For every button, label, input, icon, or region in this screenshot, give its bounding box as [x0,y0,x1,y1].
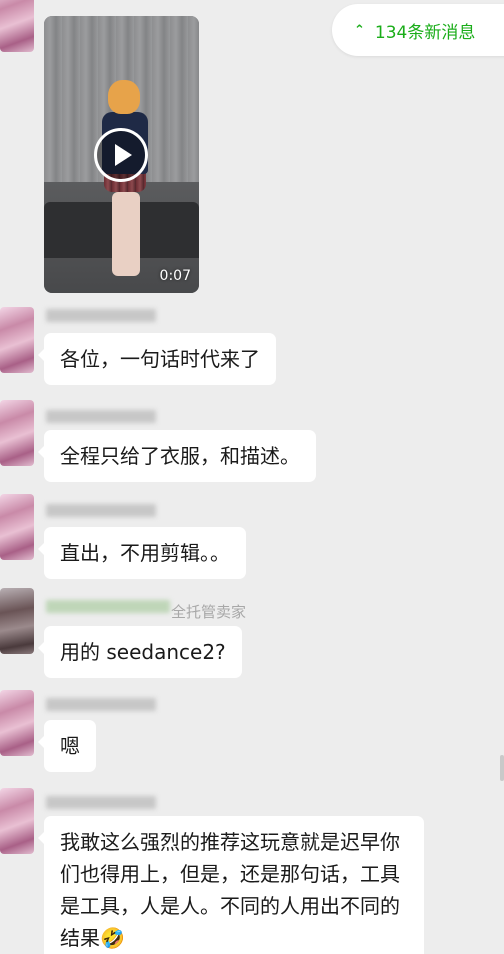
message-text: 我敢这么强烈的推荐这玩意就是迟早你们也得用上，但是，还是那句话，工具是工具，人是… [60,830,400,950]
play-icon[interactable] [94,128,148,182]
message-text: 直出，不用剪辑。。 [60,541,230,565]
message-bubble[interactable]: 直出，不用剪辑。。 [38,527,246,579]
scrollbar[interactable] [500,755,504,781]
message-text: 用的 seedance2? [60,640,226,664]
new-messages-button[interactable]: ⌃ 134条新消息 [332,4,504,56]
video-duration: 0:07 [159,268,191,284]
video-thumbnail-figure [108,80,140,114]
message-text: 各位，一句话时代来了 [60,347,260,371]
sender-name [46,410,156,423]
message-bubble[interactable]: 全程只给了衣服，和描述。 [38,430,316,482]
sender-name [46,698,156,711]
sender-name [46,796,156,809]
avatar[interactable] [0,588,34,654]
avatar[interactable] [0,400,34,466]
avatar[interactable] [0,788,34,854]
new-messages-label: 134条新消息 [374,22,476,43]
avatar[interactable] [0,307,34,373]
message-text: 全程只给了衣服，和描述。 [60,444,300,468]
message-bubble[interactable]: 各位，一句话时代来了 [38,333,276,385]
video-thumbnail-figure [112,192,140,276]
message-bubble[interactable]: 我敢这么强烈的推荐这玩意就是迟早你们也得用上，但是，还是那句话，工具是工具，人是… [38,816,424,954]
avatar[interactable] [0,0,34,52]
sender-name [46,309,156,322]
message-bubble[interactable]: 用的 seedance2? [38,626,242,678]
video-message[interactable]: 0:07 [44,16,199,293]
sender-name [46,504,156,517]
sender-name-suffix: 全托管卖家 [171,603,247,621]
avatar[interactable] [0,494,34,560]
sender-name [46,600,170,613]
message-text: 嗯 [60,734,80,758]
avatar[interactable] [0,690,34,756]
double-chevron-up-icon: ⌃ [354,22,365,38]
message-bubble[interactable]: 嗯 [38,720,96,772]
